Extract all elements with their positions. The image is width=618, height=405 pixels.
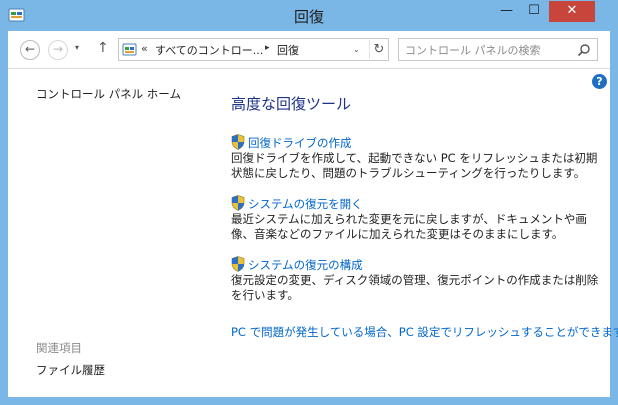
tool-open-system-restore: システムの復元を開く 最近システムに加えられた変更を元に戻しますが、ドキュメント…: [231, 195, 601, 242]
up-button[interactable]: ↑: [97, 40, 109, 56]
main-content: 高度な回復ツール 回復ドライブの作成 回復ドライブを作成して、起動できない PC…: [208, 70, 618, 397]
create-recovery-drive-link[interactable]: 回復ドライブの作成: [248, 135, 352, 151]
control-panel-home-link[interactable]: コントロール パネル ホーム: [36, 86, 181, 102]
title-bar: 回復 — ☐ ✕: [0, 0, 618, 31]
open-system-restore-link[interactable]: システムの復元を開く: [248, 196, 363, 212]
client-area: ← → ▾ ↑ « すべてのコントロー... ▸ 回復 ⌄ ↻ コントロール パ…: [8, 31, 618, 397]
breadcrumb-separator[interactable]: ▸: [265, 43, 270, 53]
control-panel-window: 回復 — ☐ ✕ ← → ▾ ↑ « すべてのコントロー... ▸ 回復 ⌄ ↻…: [0, 0, 618, 405]
left-pane: コントロール パネル ホーム 関連項目 ファイル履歴: [8, 70, 208, 397]
tool-description: 回復ドライブを作成して、起動できない PC をリフレッシュまたは初期状態に戻した…: [231, 151, 598, 180]
refresh-button[interactable]: ↻: [369, 40, 388, 59]
page-title: 高度な回復ツール: [231, 95, 352, 113]
search-icon[interactable]: [577, 43, 591, 57]
breadcrumb-overflow[interactable]: «: [141, 42, 148, 55]
navigation-bar: ← → ▾ ↑ « すべてのコントロー... ▸ 回復 ⌄ ↻ コントロール パ…: [8, 31, 610, 69]
recent-locations-dropdown[interactable]: ▾: [75, 43, 79, 52]
maximize-button[interactable]: ☐: [521, 1, 547, 22]
tool-create-recovery-drive: 回復ドライブの作成 回復ドライブを作成して、起動できない PC をリフレッシュま…: [231, 134, 601, 181]
control-panel-icon: [122, 43, 137, 56]
back-button[interactable]: ←: [20, 40, 40, 60]
forward-button[interactable]: →: [48, 40, 68, 60]
uac-shield-icon: [231, 256, 245, 272]
uac-shield-icon: [231, 195, 245, 211]
minimize-button[interactable]: —: [493, 1, 520, 22]
tool-description: 復元設定の変更、ディスク領域の管理、復元ポイントの作成または削除を行います。: [231, 273, 599, 302]
related-items-heading: 関連項目: [36, 341, 82, 355]
breadcrumb-all-control-panel[interactable]: すべてのコントロー...: [155, 42, 263, 58]
search-box[interactable]: コントロール パネルの検索: [398, 38, 598, 61]
uac-shield-icon: [231, 134, 245, 150]
close-button[interactable]: ✕: [549, 1, 595, 22]
search-input[interactable]: コントロール パネルの検索: [405, 42, 541, 58]
address-bar[interactable]: « すべてのコントロー... ▸ 回復 ⌄ ↻: [118, 38, 389, 61]
tool-description: 最近システムに加えられた変更を元に戻しますが、ドキュメントや画像、音楽などのファ…: [231, 212, 587, 241]
file-history-link[interactable]: ファイル履歴: [36, 362, 105, 378]
configure-system-restore-link[interactable]: システムの復元の構成: [248, 257, 363, 273]
pc-settings-refresh-link[interactable]: PC で問題が発生している場合、PC 設定でリフレッシュすることができます。: [231, 324, 618, 340]
address-dropdown[interactable]: ⌄: [353, 45, 360, 54]
breadcrumb-recovery[interactable]: 回復: [277, 42, 299, 58]
tool-configure-system-restore: システムの復元の構成 復元設定の変更、ディスク領域の管理、復元ポイントの作成また…: [231, 256, 601, 303]
